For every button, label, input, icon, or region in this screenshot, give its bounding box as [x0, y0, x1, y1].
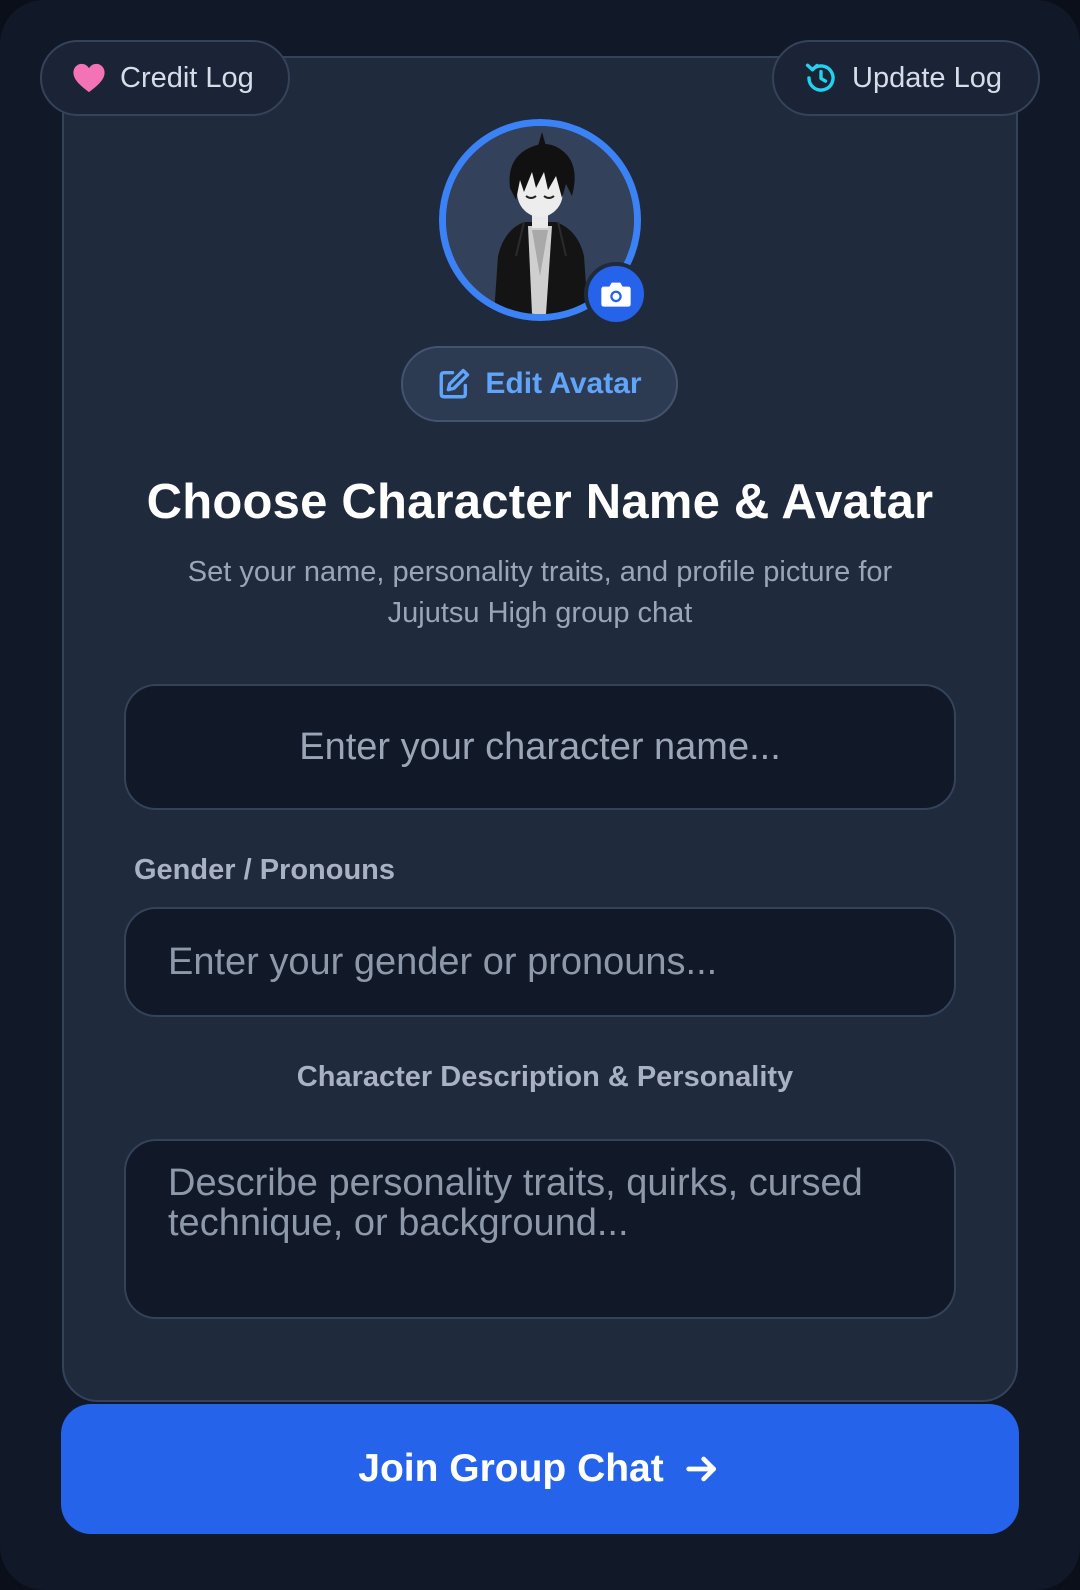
character-name-input[interactable]	[124, 684, 956, 810]
edit-avatar-label: Edit Avatar	[485, 367, 642, 400]
join-group-chat-label: Join Group Chat	[358, 1447, 664, 1490]
edit-avatar-button[interactable]: Edit Avatar	[401, 346, 678, 422]
history-icon	[804, 61, 838, 95]
page-subtitle: Set your name, personality traits, and p…	[187, 556, 893, 629]
heart-icon	[72, 61, 106, 95]
join-group-chat-button[interactable]: Join Group Chat	[61, 1404, 1019, 1534]
credit-log-button[interactable]: Credit Log	[40, 40, 290, 116]
avatar-container	[439, 119, 648, 326]
arrow-right-icon	[682, 1449, 722, 1489]
update-log-button[interactable]: Update Log	[772, 40, 1040, 116]
app-screen: Credit Log Update Log Edit Avatar Choose…	[0, 0, 1080, 1590]
character-description-textarea[interactable]	[124, 1139, 956, 1319]
gender-pronouns-input[interactable]	[124, 907, 956, 1017]
page-title: Choose Character Name & Avatar	[146, 475, 934, 529]
credit-log-label: Credit Log	[120, 61, 254, 94]
camera-icon	[600, 280, 632, 308]
description-label: Character Description & Personality	[296, 1061, 794, 1093]
edit-icon	[437, 367, 471, 401]
gender-label: Gender / Pronouns	[134, 854, 396, 886]
update-log-label: Update Log	[852, 61, 1002, 94]
change-photo-button[interactable]	[584, 262, 648, 326]
